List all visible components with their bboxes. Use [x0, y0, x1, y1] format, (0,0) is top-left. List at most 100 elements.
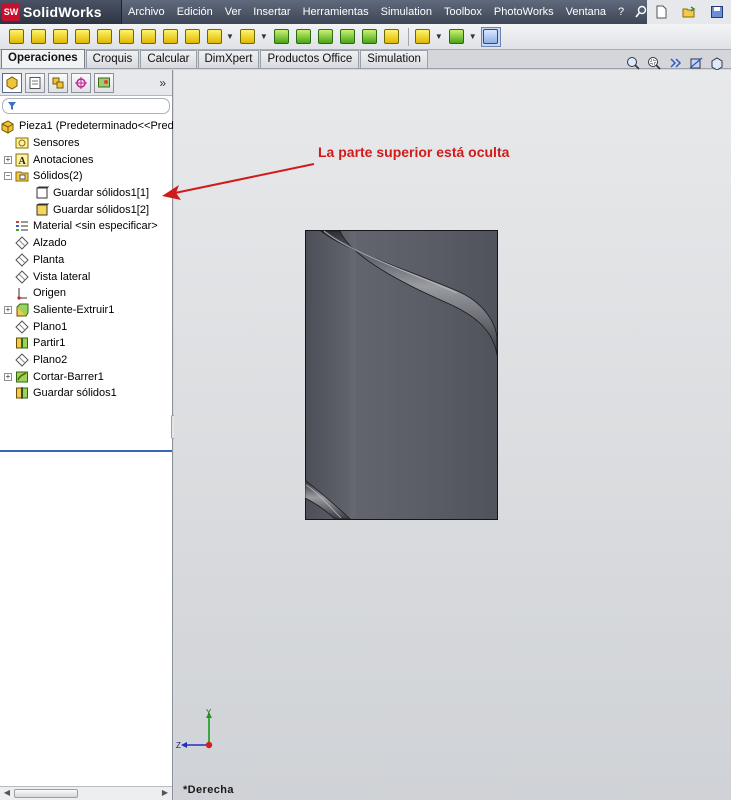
material-icon: [14, 219, 29, 234]
swept-boss-button[interactable]: [50, 27, 70, 47]
scroll-right-arrow-icon[interactable]: ▶: [159, 788, 171, 799]
tree-node-solidos[interactable]: − Sólidos(2): [0, 168, 172, 185]
heads-up-view-toolbar: [620, 55, 725, 71]
feature-filter-input[interactable]: [2, 98, 170, 114]
annotations-icon: A: [14, 152, 29, 167]
menu-simulation[interactable]: Simulation: [375, 0, 438, 24]
menu-archivo[interactable]: Archivo: [122, 0, 171, 24]
quick-access-tools: [647, 0, 731, 24]
linear-pattern-button[interactable]: [238, 27, 258, 47]
filter-icon: [8, 102, 16, 110]
curves-dropdown[interactable]: ▼: [469, 32, 477, 41]
menu-photoworks[interactable]: PhotoWorks: [488, 0, 560, 24]
expand-plus-icon[interactable]: +: [4, 305, 12, 314]
tree-root-label: Pieza1 (Predeterminado<<Pred: [19, 120, 174, 133]
revolved-cut-button[interactable]: [138, 27, 158, 47]
feature-manager-scrollbar[interactable]: ◀ ▶: [0, 786, 172, 800]
zoom-to-fit-icon[interactable]: [625, 55, 641, 71]
configuration-manager-tab[interactable]: [48, 72, 68, 93]
draft-button[interactable]: [294, 27, 314, 47]
instant3d-button[interactable]: [480, 26, 501, 47]
save-bodies-icon: [14, 386, 29, 401]
tree-node-partir[interactable]: Partir1: [0, 335, 172, 352]
zoom-to-area-icon[interactable]: [646, 55, 662, 71]
tree-node-vista-lateral[interactable]: Vista lateral: [0, 268, 172, 285]
tree-node-body-1[interactable]: Guardar sólidos1[1]: [0, 185, 172, 202]
menu-ver[interactable]: Ver: [219, 0, 248, 24]
tree-node-saliente-extruir[interactable]: + Saliente-Extruir1: [0, 302, 172, 319]
view-orientation-label: *Derecha: [183, 784, 234, 796]
tab-dimxpert[interactable]: DimXpert: [197, 50, 260, 68]
hole-wizard-button[interactable]: [116, 27, 136, 47]
display-manager-tab[interactable]: [94, 72, 114, 93]
save-icon[interactable]: [710, 5, 724, 19]
rib-button[interactable]: [272, 27, 292, 47]
expand-plus-icon[interactable]: +: [4, 372, 12, 381]
part-model-render[interactable]: [305, 230, 498, 520]
more-tabs-chevron-icon[interactable]: »: [159, 76, 166, 90]
tree-node-sensores[interactable]: Sensores: [0, 135, 172, 152]
open-folder-icon[interactable]: [682, 5, 696, 19]
tab-productos-office[interactable]: Productos Office: [260, 50, 360, 68]
scrollbar-thumb[interactable]: [14, 789, 78, 798]
scroll-left-arrow-icon[interactable]: ◀: [1, 788, 13, 799]
lofted-cut-button[interactable]: [182, 27, 202, 47]
shell-button[interactable]: [316, 27, 336, 47]
feature-tree-icon: [6, 75, 18, 90]
annotation-text: La parte superior está oculta: [318, 144, 510, 160]
tab-calcular[interactable]: Calcular: [140, 50, 197, 68]
menu-help[interactable]: ?: [612, 0, 630, 24]
pattern-dropdown[interactable]: ▼: [260, 32, 268, 41]
tree-node-plano2[interactable]: Plano2: [0, 352, 172, 369]
tree-node-body-2[interactable]: Guardar sólidos1[2]: [0, 201, 172, 218]
menu-toolbox[interactable]: Toolbox: [438, 0, 488, 24]
tree-node-material[interactable]: Material <sin especificar>: [0, 218, 172, 235]
swept-cut-button[interactable]: [160, 27, 180, 47]
expand-plus-icon[interactable]: +: [4, 155, 12, 164]
tree-node-alzado[interactable]: Alzado: [0, 235, 172, 252]
revolved-cut-icon: [140, 29, 156, 44]
dome-button[interactable]: [360, 27, 380, 47]
extruded-cut-button[interactable]: [94, 27, 114, 47]
svg-text:A: A: [18, 156, 26, 167]
dimxpert-manager-tab[interactable]: [71, 72, 91, 93]
plane-icon: [14, 269, 29, 284]
menu-ventana[interactable]: Ventana: [560, 0, 612, 24]
tab-simulation[interactable]: Simulation: [360, 50, 428, 68]
instant3d-icon: [483, 29, 499, 44]
revolved-boss-button[interactable]: [28, 27, 48, 47]
tab-croquis[interactable]: Croquis: [85, 50, 140, 68]
tree-node-label: Sólidos(2): [33, 170, 83, 183]
lofted-boss-button[interactable]: [72, 27, 92, 47]
tree-node-cortar-barrer[interactable]: + Cortar-Barrer1: [0, 368, 172, 385]
menu-insertar[interactable]: Insertar: [247, 0, 296, 24]
fillet-button[interactable]: [204, 27, 224, 47]
pin-icon[interactable]: [634, 5, 648, 19]
curves-button[interactable]: [447, 27, 467, 47]
app-logo[interactable]: SW SolidWorks: [0, 0, 122, 24]
reference-geometry-dropdown[interactable]: ▼: [435, 32, 443, 41]
tree-node-anotaciones[interactable]: + A Anotaciones: [0, 151, 172, 168]
property-manager-tab[interactable]: [25, 72, 45, 93]
tree-node-plano1[interactable]: Plano1: [0, 318, 172, 335]
tab-operaciones[interactable]: Operaciones: [1, 49, 85, 68]
tree-root-part[interactable]: Pieza1 (Predeterminado<<Pred: [0, 118, 174, 135]
tree-node-planta[interactable]: Planta: [0, 252, 172, 269]
tree-node-label: Anotaciones: [33, 153, 94, 166]
mirror-button[interactable]: [382, 27, 402, 47]
new-document-icon[interactable]: [654, 5, 668, 19]
menu-edicion[interactable]: Edición: [171, 0, 219, 24]
previous-view-icon[interactable]: [667, 55, 683, 71]
feature-tree-tab[interactable]: [2, 72, 22, 93]
wrap-button[interactable]: [338, 27, 358, 47]
tree-node-guardar-solidos[interactable]: Guardar sólidos1: [0, 385, 172, 402]
reference-geometry-button[interactable]: [413, 27, 433, 47]
view-orientation-icon[interactable]: [709, 55, 725, 71]
menu-herramientas[interactable]: Herramientas: [297, 0, 375, 24]
collapse-minus-icon[interactable]: −: [4, 172, 12, 181]
tree-node-origen[interactable]: Origen: [0, 285, 172, 302]
extruded-boss-button[interactable]: [6, 27, 26, 47]
rollback-bar[interactable]: [0, 450, 172, 452]
fillet-dropdown[interactable]: ▼: [226, 32, 234, 41]
section-view-icon[interactable]: [688, 55, 704, 71]
